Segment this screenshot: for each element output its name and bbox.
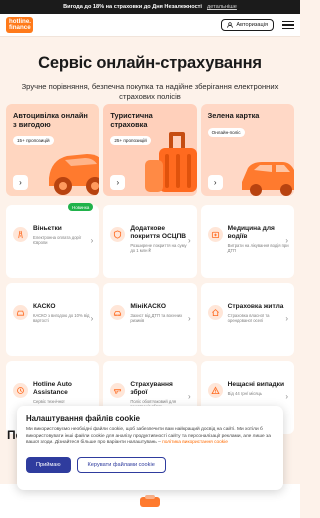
tile-title: Hotline Auto Assistance xyxy=(33,381,72,396)
chevron-right-icon: › xyxy=(187,236,191,245)
arrow-right-icon: › xyxy=(13,175,28,190)
tile-desc: Розширене покриття на суму до 1 млн ₴ xyxy=(130,242,187,253)
chevron-right-icon: › xyxy=(285,392,288,401)
home-icon xyxy=(207,305,223,320)
promo-bar: Вигода до 18% на страховки до Дня Незале… xyxy=(0,0,300,14)
chevron-right-icon: › xyxy=(187,392,191,401)
tile-title: Додаткове покриття ОСЦПВ xyxy=(130,225,187,240)
cookie-title: Налаштування файлів cookie xyxy=(26,414,140,423)
tile-title: МініКАСКО xyxy=(130,303,167,310)
header: hotline. finance Авторизація xyxy=(0,14,300,37)
tile-driver-medicine[interactable]: Медицина для водіїв Витрати на лікування … xyxy=(200,205,294,278)
tile-home-insurance[interactable]: Страховка житла Страховка власної та орен… xyxy=(200,283,294,356)
page-subtitle: Зручне порівняння, безпечна покупка та н… xyxy=(21,82,279,101)
car-icon xyxy=(13,305,28,320)
weapon-icon xyxy=(110,383,126,398)
chevron-right-icon: › xyxy=(187,314,191,323)
arrow-right-icon: › xyxy=(207,175,223,190)
featured-pill: 25+ пропозицій xyxy=(110,136,151,145)
arrow-right-icon: › xyxy=(110,175,126,190)
cookie-dialog: Налаштування файлів cookie Ми використов… xyxy=(17,406,283,490)
medical-icon xyxy=(207,227,223,242)
chevron-right-icon: › xyxy=(90,236,94,245)
tile-title: Страхування зброї xyxy=(130,381,173,396)
accident-icon xyxy=(207,383,223,398)
tile-kasko[interactable]: КАСКО КАСКО з вигодою до 10% від вартості… xyxy=(6,283,100,356)
car-illustration-icon xyxy=(49,154,100,195)
tile-desc: Електронна оплата доріг Європи xyxy=(33,234,82,246)
tile-desc: КАСКО з вигодою до 10% від вартості xyxy=(33,312,90,324)
tile-title: Медицина для водіїв xyxy=(227,225,275,240)
car-mini-icon xyxy=(110,305,126,320)
tile-title: Нещасні випадки xyxy=(227,381,285,388)
chevron-right-icon: › xyxy=(285,314,288,323)
road-icon xyxy=(13,227,28,242)
tile-extra-coverage[interactable]: Додаткове покриття ОСЦПВ Розширене покрит… xyxy=(103,205,197,278)
featured-card-travel[interactable]: Туристична страховка 25+ пропозицій › xyxy=(103,104,197,196)
tile-desc: Захист від ДТП та воєнних ризиків xyxy=(130,312,183,324)
car-side-illustration-icon xyxy=(241,162,294,196)
login-button[interactable]: Авторизація xyxy=(221,19,274,31)
featured-products: Автоцивілка онлайн з вигодою 15+ пропози… xyxy=(6,104,294,196)
login-label: Авторизація xyxy=(236,22,268,28)
menu-icon[interactable] xyxy=(282,21,294,29)
chevron-right-icon: › xyxy=(285,236,288,245)
product-grid: Новинка Віньєтки Електронна оплата доріг … xyxy=(6,203,294,434)
new-badge: Новинка xyxy=(68,203,94,211)
tile-desc: Витрати на лікування водія при ДТП xyxy=(227,242,289,253)
assistance-icon xyxy=(13,383,28,398)
tile-minikasko[interactable]: МініКАСКО Захист від ДТП та воєнних ризик… xyxy=(103,283,197,356)
logo-line2: finance xyxy=(9,24,31,31)
cookie-text: Ми використовуємо необхідні файли cookie… xyxy=(26,427,274,447)
chevron-right-icon: › xyxy=(90,314,94,323)
page-title: Сервіс онлайн-страхування xyxy=(38,54,262,72)
promo-text: Вигода до 18% на страховки до Дня Незале… xyxy=(63,4,202,10)
featured-card-green-card[interactable]: Зелена картка Онлайн-поліс › xyxy=(200,104,294,196)
featured-card-autocivilka[interactable]: Автоцивілка онлайн з вигодою 15+ пропози… xyxy=(6,104,100,196)
manage-cookies-button[interactable]: Керувати файлами cookie xyxy=(76,456,166,473)
featured-pill: 15+ пропозицій xyxy=(13,136,54,145)
user-icon xyxy=(227,22,234,28)
illustration-icon xyxy=(140,495,160,507)
cookie-body: Ми використовуємо необхідні файли cookie… xyxy=(26,427,271,445)
cookie-policy-link[interactable]: політика використання cookie xyxy=(162,440,228,445)
tile-title: КАСКО xyxy=(33,303,56,310)
tile-desc: Від 44 грн/ місяць xyxy=(227,390,263,396)
accept-cookies-button[interactable]: Приймаю xyxy=(26,456,71,473)
featured-pill: Онлайн-поліс xyxy=(207,127,245,137)
tile-title: Віньєтки xyxy=(33,225,62,232)
featured-title: Автоцивілка онлайн з вигодою xyxy=(13,111,88,129)
featured-title: Туристична страховка xyxy=(110,111,153,129)
featured-title: Зелена картка xyxy=(207,111,260,120)
tile-desc: Сервіс технічної xyxy=(33,398,65,404)
tile-title: Страховка житла xyxy=(227,303,284,310)
tile-desc: Страховка власної та орендованої оселі xyxy=(227,312,270,324)
promo-more-link[interactable]: детальніше xyxy=(207,4,237,10)
logo[interactable]: hotline. finance xyxy=(6,16,33,34)
tile-vignettes[interactable]: Новинка Віньєтки Електронна оплата доріг … xyxy=(6,203,100,278)
car-shield-icon xyxy=(110,227,126,242)
